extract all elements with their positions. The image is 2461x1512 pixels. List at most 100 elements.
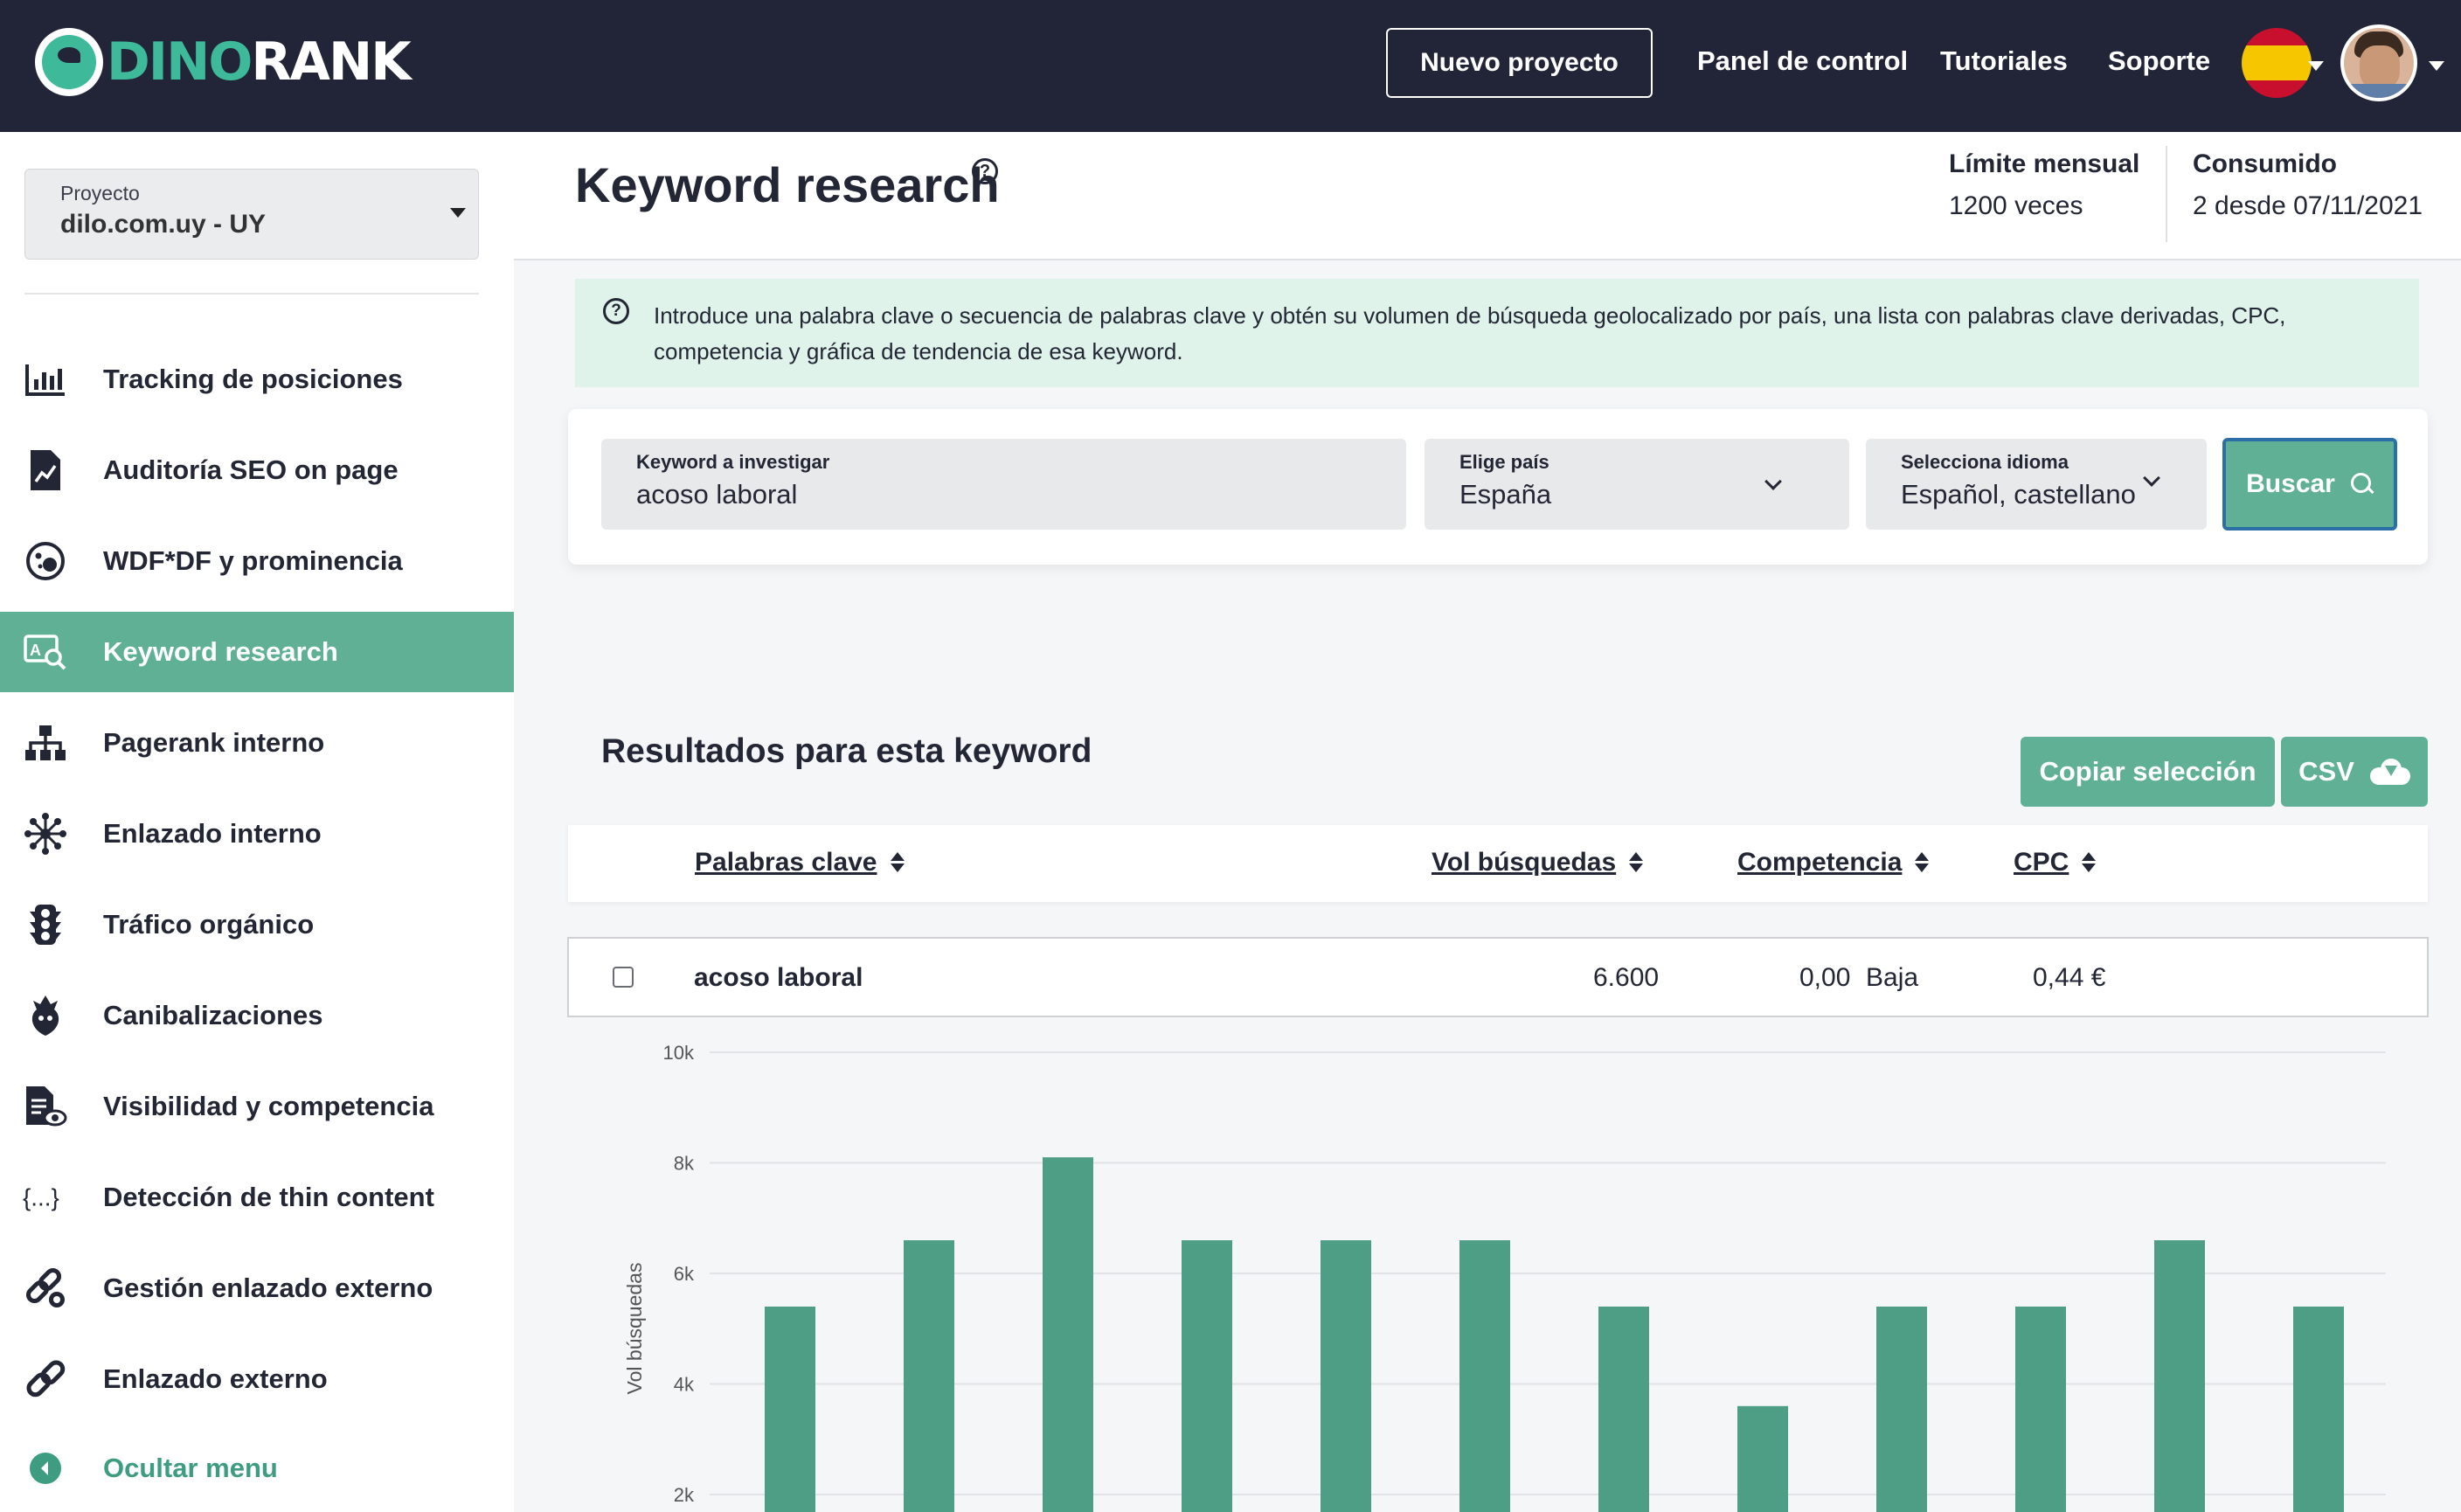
document-chart-icon [23, 447, 68, 493]
chevron-left-circle-icon [23, 1446, 68, 1491]
chart-bar[interactable] [2293, 1306, 2344, 1512]
y-tick-label: 2k [674, 1484, 695, 1506]
keyword-input-label: Keyword a investigar [636, 451, 830, 473]
sidebar-item-enlazado-externo[interactable]: Enlazado externo [0, 1339, 514, 1419]
sidebar-item-pagerank[interactable]: Pagerank interno [0, 703, 514, 783]
chart-bar[interactable] [1321, 1240, 1371, 1512]
chart-bar[interactable] [1737, 1405, 1788, 1512]
search-button-label: Buscar [2246, 469, 2335, 498]
nav-link-panel[interactable]: Panel de control [1697, 45, 1908, 77]
sidebar-item-visibilidad[interactable]: Visibilidad y competencia [0, 1066, 514, 1147]
language-select[interactable]: Selecciona idioma Español, castellano [1866, 439, 2207, 530]
bubbles-icon [23, 538, 68, 584]
chart-bar[interactable] [904, 1240, 954, 1512]
row-volume: 6.600 [1593, 963, 1660, 992]
row-competition-level: Baja [1866, 963, 1919, 992]
trend-chart: 10k 8k 6k 4k 2k Vol búsquedas [568, 1019, 2428, 1512]
nav-link-tutoriales[interactable]: Tutoriales [1940, 45, 2068, 77]
user-avatar[interactable] [2340, 24, 2417, 101]
svg-text:{...}: {...} [23, 1183, 59, 1210]
monthly-limit-label: Límite mensual [1949, 149, 2140, 178]
search-button[interactable]: Buscar [2222, 438, 2397, 531]
sidebar-item-thin-content[interactable]: {...} Detección de thin content [0, 1157, 514, 1238]
sidebar-item-trafico[interactable]: Tráfico orgánico [0, 884, 514, 965]
project-value: dilo.com.uy - UY [60, 210, 267, 239]
sidebar-item-label: Pagerank interno [103, 727, 325, 758]
search-icon [2350, 473, 2374, 496]
sidebar-item-keyword-research[interactable]: A Keyword research [0, 612, 514, 692]
sort-icon [1914, 850, 1930, 876]
dinorank-logo[interactable]: DINORANK [35, 24, 412, 100]
sidebar-item-label: Canibalizaciones [103, 1000, 323, 1030]
country-select-value: España [1459, 479, 1552, 510]
row-keyword: acoso laboral [694, 963, 863, 992]
sidebar-item-canibalizaciones[interactable]: Canibalizaciones [0, 975, 514, 1056]
y-tick-label: 8k [674, 1153, 695, 1175]
chart-bar[interactable] [2154, 1240, 2205, 1512]
copy-selection-button[interactable]: Copiar selección [2021, 737, 2275, 807]
project-select[interactable]: Proyecto dilo.com.uy - UY [24, 169, 479, 260]
column-header-cpc[interactable]: CPC [2014, 848, 2097, 877]
braces-icon: {...} [23, 1175, 68, 1220]
hide-menu-button[interactable]: Ocultar menu [0, 1428, 514, 1509]
network-icon [23, 811, 68, 857]
sidebar-item-label: Auditoría SEO on page [103, 454, 399, 485]
keyword-input-value[interactable]: acoso laboral [636, 479, 797, 510]
sidebar-item-auditoria[interactable]: Auditoría SEO on page [0, 430, 514, 510]
project-label: Proyecto [60, 182, 140, 205]
search-form: Keyword a investigar acoso laboral Elige… [568, 409, 2428, 565]
top-bar: DINORANK Nuevo proyecto Panel de control… [0, 0, 2461, 132]
chart-bar[interactable] [1182, 1240, 1232, 1512]
new-project-button[interactable]: Nuevo proyecto [1386, 28, 1653, 98]
sidebar-item-wdf[interactable]: WDF*DF y prominencia [0, 521, 514, 601]
chart-bar[interactable] [1876, 1306, 1927, 1512]
chart-bar[interactable] [1598, 1306, 1649, 1512]
column-header-competition[interactable]: Competencia [1737, 848, 1930, 877]
row-competition-value: 0,00 [1799, 963, 1851, 992]
column-header-volume[interactable]: Vol búsquedas [1432, 848, 1644, 877]
info-banner: ? Introduce una palabra clave o secuenci… [575, 279, 2419, 387]
sidebar: Proyecto dilo.com.uy - UY Tracking de po… [0, 132, 514, 1512]
chevron-down-icon [2143, 469, 2160, 487]
sidebar-item-label: Tracking de posiciones [103, 364, 403, 394]
csv-button[interactable]: CSV [2281, 737, 2428, 807]
sidebar-item-gestion-externo[interactable]: Gestión enlazado externo [0, 1248, 514, 1328]
sidebar-item-label: Keyword research [103, 636, 338, 667]
bar-chart-icon [23, 357, 68, 402]
chart-bar[interactable] [765, 1306, 815, 1512]
help-icon[interactable]: ? [972, 158, 998, 184]
keyword-input[interactable]: Keyword a investigar acoso laboral [601, 439, 1406, 530]
consumed-value: 2 desde 07/11/2021 [2193, 191, 2423, 220]
country-select[interactable]: Elige país España [1425, 439, 1849, 530]
cannibal-icon [23, 993, 68, 1038]
csv-button-label: CSV [2298, 756, 2354, 787]
sidebar-item-label: Enlazado interno [103, 818, 322, 849]
row-cpc: 0,44 € [2033, 963, 2106, 992]
sitemap-icon [23, 720, 68, 766]
svg-text:A: A [30, 642, 41, 659]
language-select-value: Español, castellano [1901, 479, 2136, 510]
sidebar-item-enlazado-interno[interactable]: Enlazado interno [0, 794, 514, 874]
logo-text-rank: RANK [251, 31, 411, 93]
row-checkbox[interactable] [613, 967, 634, 988]
column-header-keywords[interactable]: Palabras clave [695, 848, 905, 877]
caret-down-icon [450, 208, 466, 218]
sidebar-item-tracking[interactable]: Tracking de posiciones [0, 339, 514, 420]
chart-bar[interactable] [1043, 1157, 1093, 1512]
chevron-down-icon [1764, 473, 1782, 490]
chart-bar[interactable] [2015, 1306, 2066, 1512]
spain-flag-icon[interactable] [2242, 28, 2312, 98]
nav-link-soporte[interactable]: Soporte [2108, 45, 2210, 77]
user-menu-caret-icon[interactable] [2429, 61, 2444, 71]
table-row[interactable]: acoso laboral 6.600 0,00 Baja 0,44 € [567, 937, 2429, 1017]
page-header: Keyword research ? Límite mensual 1200 v… [514, 132, 2461, 260]
sidebar-item-label: Visibilidad y competencia [103, 1091, 434, 1121]
y-axis-label: Vol búsquedas [623, 1263, 646, 1395]
chart-bar[interactable] [1459, 1240, 1510, 1512]
header-divider [2166, 146, 2167, 242]
sidebar-item-label: Detección de thin content [103, 1182, 434, 1212]
sort-icon [2081, 850, 2097, 876]
language-caret-icon[interactable] [2308, 61, 2324, 71]
help-icon: ? [603, 298, 629, 324]
y-tick-label: 4k [674, 1374, 695, 1396]
